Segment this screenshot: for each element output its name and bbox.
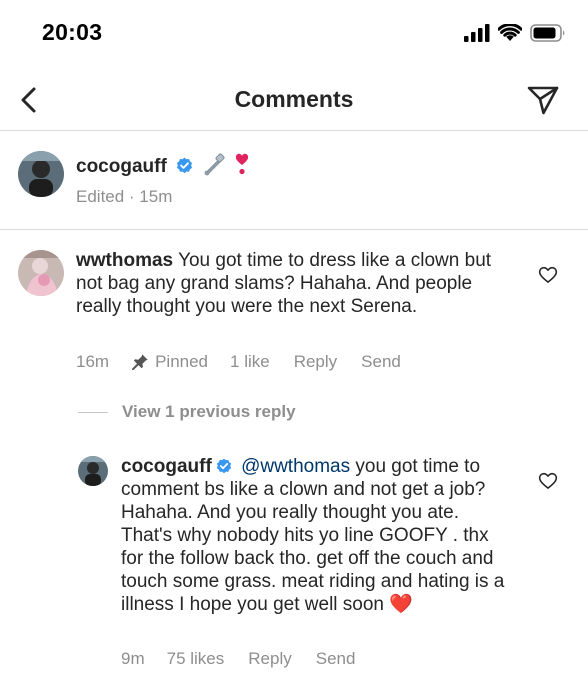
likes-count[interactable]: 1 like (230, 352, 270, 372)
reply-text-block: cocogauff @wwthomas you got time to comm… (121, 455, 513, 616)
thread-line (78, 411, 108, 413)
status-time: 20:03 (42, 19, 103, 45)
reply-actions: 9m 75 likes Reply Send (121, 649, 355, 669)
wifi-icon (498, 24, 522, 41)
view-previous-label: View 1 previous reply (122, 402, 296, 421)
reply-username[interactable]: cocogauff (121, 456, 212, 477)
reply-button[interactable]: Reply (248, 649, 291, 669)
avatar[interactable] (18, 250, 64, 296)
status-bar: 20:03 (0, 0, 588, 70)
safety-pin-icon (204, 153, 225, 176)
verified-icon (177, 157, 193, 174)
avatar[interactable] (78, 456, 108, 486)
like-heart-icon[interactable] (538, 265, 558, 285)
caption-username[interactable]: cocogauff (76, 156, 167, 177)
reply-button[interactable]: Reply (294, 352, 337, 372)
comment-time: 16m (76, 352, 110, 371)
status-icons (464, 24, 566, 42)
cellular-signal-icon (464, 24, 490, 42)
direct-message-icon[interactable] (526, 84, 560, 116)
heart-emoji: ❤️ (389, 594, 413, 615)
pinned-label: Pinned (155, 352, 209, 371)
comment-text-block: wwthomas You got time to dress like a cl… (76, 249, 506, 318)
pin-icon (132, 354, 148, 371)
avatar[interactable] (18, 151, 64, 197)
like-heart-icon[interactable] (538, 471, 558, 491)
comments-header: Comments (0, 70, 588, 130)
exclamation-heart-icon (235, 153, 248, 175)
verified-icon (216, 458, 231, 474)
caption-edited: Edited · 15m (76, 187, 173, 206)
header-divider (0, 130, 588, 131)
page-title: Comments (234, 86, 354, 112)
reply-time: 9m (121, 649, 145, 668)
comment-actions: 16m Pinned 1 like Reply Send (76, 352, 401, 372)
caption-divider (0, 229, 588, 230)
mention-link[interactable]: @wwthomas (241, 456, 350, 477)
battery-icon (530, 24, 565, 42)
caption-header: cocogauff (76, 152, 250, 178)
reply-text: you got time to comment bs like a clown … (121, 456, 505, 615)
send-button[interactable]: Send (361, 352, 401, 372)
comment-username[interactable]: wwthomas (76, 250, 173, 271)
send-button[interactable]: Send (316, 649, 356, 669)
view-previous-replies[interactable]: View 1 previous reply (78, 402, 296, 422)
likes-count[interactable]: 75 likes (167, 649, 225, 669)
